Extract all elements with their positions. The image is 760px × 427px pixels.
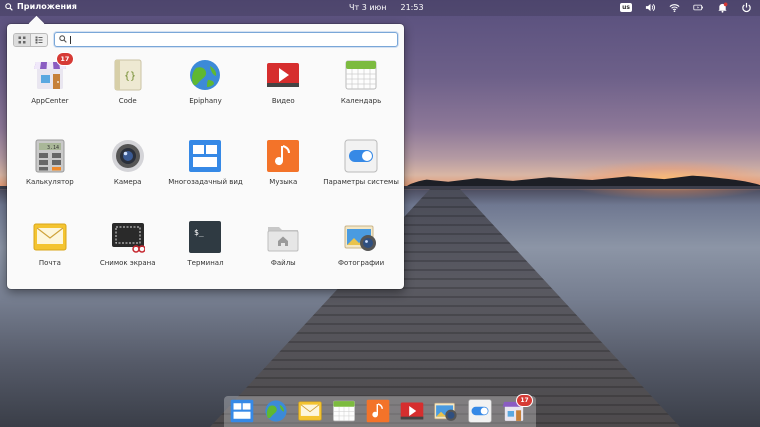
app-label: Фотографии bbox=[337, 259, 385, 267]
updates-badge: 17 bbox=[56, 53, 73, 65]
appcenter-icon: 17 bbox=[33, 53, 73, 92]
app-label: Калькулятор bbox=[26, 178, 74, 186]
category-view-button[interactable] bbox=[31, 34, 47, 46]
dock: 17 bbox=[224, 395, 536, 427]
dock-item-photos[interactable] bbox=[434, 399, 458, 423]
dock-item-epiphany[interactable] bbox=[264, 399, 288, 423]
app-label: Терминал bbox=[187, 259, 224, 267]
notifications-icon[interactable] bbox=[717, 2, 728, 13]
dock-item-video[interactable] bbox=[400, 399, 424, 423]
applications-label: Приложения bbox=[17, 2, 78, 11]
category-view-icon bbox=[35, 36, 43, 44]
calendar-icon bbox=[344, 58, 378, 92]
dock-item-calendar[interactable] bbox=[332, 399, 356, 423]
code-icon: {} bbox=[111, 58, 145, 92]
view-mode-switcher bbox=[13, 33, 48, 47]
photos-icon bbox=[344, 220, 378, 254]
terminal-icon: $_ bbox=[188, 220, 222, 254]
search-icon bbox=[59, 35, 67, 43]
dock-item-music[interactable] bbox=[366, 399, 390, 423]
photos-icon bbox=[434, 402, 457, 421]
app-label: Многозадачный вид bbox=[168, 178, 243, 186]
datetime-indicator[interactable]: Чт 3 июн 21:53 bbox=[349, 3, 424, 12]
applications-menu-popover: 17 AppCenter {} Code Epiphany Видео Кале… bbox=[7, 24, 404, 289]
app-label: Снимок экрана bbox=[99, 259, 156, 267]
app-label: Файлы bbox=[270, 259, 296, 267]
music-icon bbox=[366, 399, 390, 423]
app-multitasking-view[interactable]: Многозадачный вид bbox=[167, 139, 245, 220]
app-epiphany[interactable]: Epiphany bbox=[167, 58, 245, 139]
calendar-icon bbox=[333, 400, 355, 422]
system-settings-icon bbox=[468, 399, 492, 423]
multitasking-view-icon bbox=[188, 139, 222, 173]
app-label: Камера bbox=[113, 178, 142, 186]
app-appcenter[interactable]: 17 AppCenter bbox=[11, 53, 89, 139]
keyboard-layout-indicator[interactable]: us bbox=[620, 3, 632, 12]
app-label: Почта bbox=[38, 259, 61, 267]
applications-menu-button[interactable]: Приложения bbox=[5, 2, 77, 11]
dock-item-mail[interactable] bbox=[298, 399, 322, 423]
mail-icon bbox=[298, 401, 322, 421]
app-screenshot[interactable]: Снимок экрана bbox=[89, 220, 167, 301]
calculator-display: 3.14 bbox=[47, 145, 59, 151]
app-terminal[interactable]: $_ Терминал bbox=[167, 220, 245, 301]
text-cursor bbox=[70, 36, 71, 44]
dock-items: 17 bbox=[230, 395, 532, 423]
power-icon[interactable] bbox=[741, 2, 752, 13]
camera-icon bbox=[111, 139, 145, 173]
epiphany-icon bbox=[188, 58, 222, 92]
epiphany-icon bbox=[265, 400, 287, 422]
dock-item-appcenter[interactable]: 17 bbox=[502, 395, 532, 423]
app-music[interactable]: Музыка bbox=[244, 139, 322, 220]
app-label: Музыка bbox=[269, 178, 298, 186]
grid-view-button[interactable] bbox=[14, 34, 31, 46]
video-icon bbox=[400, 402, 424, 420]
app-label: Epiphany bbox=[189, 97, 222, 105]
app-camera[interactable]: Камера bbox=[89, 139, 167, 220]
top-panel: Приложения Чт 3 июн 21:53 us bbox=[0, 0, 760, 16]
app-label: Параметры системы bbox=[323, 178, 399, 186]
dock-item-system-settings[interactable] bbox=[468, 399, 492, 423]
app-label: AppCenter bbox=[31, 97, 69, 105]
mail-icon bbox=[33, 220, 67, 254]
app-label: Видео bbox=[271, 97, 295, 105]
battery-icon[interactable] bbox=[693, 2, 704, 13]
app-label: Code bbox=[118, 97, 137, 105]
app-calculator[interactable]: 3.14 Калькулятор bbox=[11, 139, 89, 220]
svg-text:{}: {} bbox=[124, 71, 136, 82]
screenshot-icon bbox=[111, 220, 146, 254]
app-system-settings[interactable]: Параметры системы bbox=[322, 139, 400, 220]
system-tray: us bbox=[620, 2, 752, 13]
updates-badge: 17 bbox=[517, 395, 532, 406]
search-input[interactable] bbox=[54, 32, 398, 47]
system-settings-icon bbox=[344, 139, 378, 173]
video-icon bbox=[266, 58, 300, 92]
terminal-prompt: $_ bbox=[194, 228, 204, 237]
date-label: Чт 3 июн bbox=[349, 3, 387, 12]
app-video[interactable]: Видео bbox=[244, 58, 322, 139]
volume-icon[interactable] bbox=[645, 2, 656, 13]
app-mail[interactable]: Почта bbox=[11, 220, 89, 301]
app-code[interactable]: {} Code bbox=[89, 58, 167, 139]
network-icon[interactable] bbox=[669, 2, 680, 13]
dock-item-multitasking-view[interactable] bbox=[230, 399, 254, 423]
app-calendar[interactable]: Календарь bbox=[322, 58, 400, 139]
search-icon bbox=[5, 2, 13, 11]
files-icon bbox=[266, 220, 300, 254]
time-label: 21:53 bbox=[400, 3, 424, 12]
app-files[interactable]: Файлы bbox=[244, 220, 322, 301]
calculator-icon: 3.14 bbox=[33, 139, 67, 173]
app-grid: 17 AppCenter {} Code Epiphany Видео Кале… bbox=[11, 53, 400, 301]
multitasking-view-icon bbox=[230, 399, 254, 423]
app-label: Календарь bbox=[340, 97, 382, 105]
music-icon bbox=[266, 139, 300, 173]
grid-view-icon bbox=[18, 36, 26, 44]
app-photos[interactable]: Фотографии bbox=[322, 220, 400, 301]
